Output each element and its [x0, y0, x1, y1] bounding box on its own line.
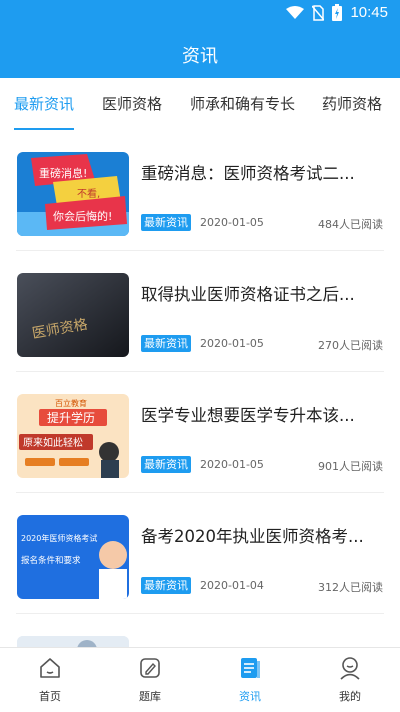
nav-profile[interactable]: 我的: [300, 648, 400, 712]
category-badge: 最新资讯: [141, 335, 191, 352]
read-count: 484人已阅读: [318, 218, 383, 231]
article-meta: 最新资讯 2020-01-05 270人已阅读: [141, 335, 383, 353]
article-date: 2020-01-05: [200, 337, 264, 350]
battery-charging-icon: [332, 4, 343, 21]
article-item[interactable]: [0, 614, 400, 647]
nav-label: 资讯: [239, 690, 261, 703]
tab-physician-qualification[interactable]: 医师资格: [102, 78, 162, 130]
article-meta: 最新资讯 2020-01-04 312人已阅读: [141, 577, 383, 595]
nav-label: 我的: [339, 690, 361, 703]
article-thumbnail: [17, 636, 129, 647]
tab-label: 师承和确有专长: [190, 95, 296, 113]
article-thumbnail: 百立教育 提升学历 原来如此轻松: [17, 394, 129, 478]
no-sim-icon: [312, 4, 325, 21]
nav-label: 题库: [139, 690, 161, 703]
article-item[interactable]: 2020年医师资格考试 报名条件和要求 备考2020年执业医师资格考... 最新…: [0, 493, 400, 614]
category-badge: 最新资讯: [141, 456, 191, 473]
thumbnail-text: 提升学历: [47, 410, 95, 425]
thumbnail-text: 原来如此轻松: [23, 436, 83, 449]
read-count: 312人已阅读: [318, 581, 383, 594]
thumbnail-text: 你会后悔的!: [53, 209, 112, 223]
category-badge: 最新资讯: [141, 577, 191, 594]
thumbnail-text: 百立教育: [55, 398, 87, 408]
article-list: 重磅消息! 不看, 你会后悔的! 重磅消息：医师资格考试二... 最新资讯 20…: [0, 130, 400, 647]
tab-mentorship[interactable]: 师承和确有专长: [190, 78, 295, 130]
nav-home[interactable]: 首页: [0, 648, 100, 712]
nav-question-bank[interactable]: 题库: [100, 648, 200, 712]
bottom-nav: 首页 题库 资讯 我的: [0, 647, 400, 712]
article-date: 2020-01-05: [200, 216, 264, 229]
article-title: 重磅消息：医师资格考试二...: [141, 164, 355, 183]
article-meta: 最新资讯 2020-01-05 484人已阅读: [141, 214, 383, 232]
news-icon: [241, 658, 260, 678]
tab-label: 药师资格: [322, 95, 383, 113]
article-thumbnail: 医师资格: [17, 273, 129, 357]
article-thumbnail: 重磅消息! 不看, 你会后悔的!: [17, 152, 129, 236]
thumbnail-text: 2020年医师资格考试: [21, 533, 97, 543]
home-icon: [40, 658, 60, 678]
article-title: 医学专业想要医学专升本该...: [141, 406, 355, 425]
article-item[interactable]: 重磅消息! 不看, 你会后悔的! 重磅消息：医师资格考试二... 最新资讯 20…: [0, 130, 400, 251]
article-date: 2020-01-04: [200, 579, 264, 592]
tab-latest-news[interactable]: 最新资讯: [14, 78, 75, 130]
read-count: 901人已阅读: [318, 460, 383, 473]
thumbnail-text: 报名条件和要求: [21, 555, 81, 566]
wifi-icon: [286, 5, 305, 19]
nav-label: 首页: [39, 690, 61, 703]
page-title: 资讯: [182, 46, 218, 67]
article-thumbnail: 2020年医师资格考试 报名条件和要求: [17, 515, 129, 599]
article-date: 2020-01-05: [200, 458, 264, 471]
edit-icon: [140, 658, 160, 678]
article-title: 取得执业医师资格证书之后...: [141, 285, 355, 304]
nav-news[interactable]: 资讯: [200, 648, 300, 712]
article-item[interactable]: 百立教育 提升学历 原来如此轻松 医学专业想要医学专升本该... 最新资讯 20…: [0, 372, 400, 493]
thumbnail-text: 重磅消息!: [39, 166, 87, 180]
thumbnail-text: 不看,: [77, 187, 100, 200]
status-time: 10:45: [350, 4, 388, 21]
status-bar: 10:45: [0, 0, 400, 28]
article-meta: 最新资讯 2020-01-05 901人已阅读: [141, 456, 383, 474]
read-count: 270人已阅读: [318, 339, 383, 352]
article-title: 备考2020年执业医师资格考...: [141, 527, 364, 546]
user-icon: [340, 657, 360, 680]
tab-label: 医师资格: [102, 95, 163, 113]
category-badge: 最新资讯: [141, 214, 191, 231]
tab-label: 最新资讯: [14, 95, 75, 113]
app-header: 10:45 资讯: [0, 0, 400, 78]
category-tabs: 最新资讯 医师资格 师承和确有专长 药师资格: [0, 78, 400, 131]
tab-pharmacist-qualification[interactable]: 药师资格: [322, 78, 382, 130]
article-item[interactable]: 医师资格 取得执业医师资格证书之后... 最新资讯 2020-01-05 270…: [0, 251, 400, 372]
